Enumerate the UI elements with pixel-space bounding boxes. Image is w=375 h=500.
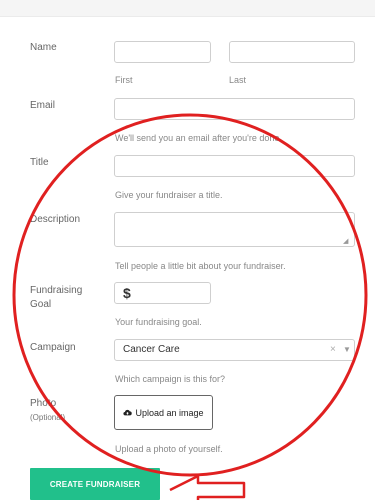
resize-grip-icon[interactable]: ◢ — [343, 237, 348, 245]
photo-hint: Upload a photo of yourself. — [115, 444, 223, 454]
upload-button-label: Upload an image — [135, 407, 204, 418]
description-textarea[interactable] — [114, 212, 355, 247]
create-fundraiser-button[interactable]: CREATE FUNDRAISER — [30, 468, 160, 500]
goal-label-line2: Goal — [30, 299, 52, 310]
first-hint: First — [115, 75, 133, 85]
top-bar — [0, 0, 375, 17]
name-label: Name — [30, 42, 57, 53]
email-hint: We'll send you an email after you're don… — [115, 133, 282, 143]
email-label: Email — [30, 100, 56, 111]
goal-input[interactable]: $ — [114, 282, 211, 304]
description-label: Description — [30, 214, 81, 225]
photo-optional-text: (Optional) — [30, 413, 66, 422]
title-label: Title — [30, 157, 49, 168]
last-name-input[interactable] — [229, 41, 355, 63]
goal-label-line1: Fundraising — [30, 285, 83, 296]
title-input[interactable] — [114, 155, 355, 177]
description-hint: Tell people a little bit about your fund… — [115, 261, 286, 271]
annotation-arrow — [169, 474, 246, 500]
currency-symbol: $ — [123, 285, 131, 301]
goal-hint: Your fundraising goal. — [115, 317, 202, 327]
close-icon[interactable]: × — [330, 344, 336, 355]
title-hint: Give your fundraiser a title. — [115, 190, 223, 200]
chevron-down-icon[interactable]: ▼ — [343, 345, 351, 354]
campaign-select[interactable]: Cancer Care × ▼ — [114, 339, 355, 361]
goal-label: Fundraising Goal — [30, 284, 82, 312]
first-name-input[interactable] — [114, 41, 211, 63]
last-hint: Last — [229, 75, 247, 85]
campaign-hint: Which campaign is this for? — [115, 374, 226, 384]
campaign-selected-value: Cancer Care — [123, 344, 180, 355]
campaign-label: Campaign — [30, 342, 76, 353]
email-input[interactable] — [114, 98, 355, 120]
photo-label: Photo (Optional) — [30, 397, 65, 425]
photo-label-text: Photo — [30, 398, 57, 409]
cloud-upload-icon — [123, 409, 133, 416]
upload-image-button[interactable]: Upload an image — [114, 395, 213, 430]
